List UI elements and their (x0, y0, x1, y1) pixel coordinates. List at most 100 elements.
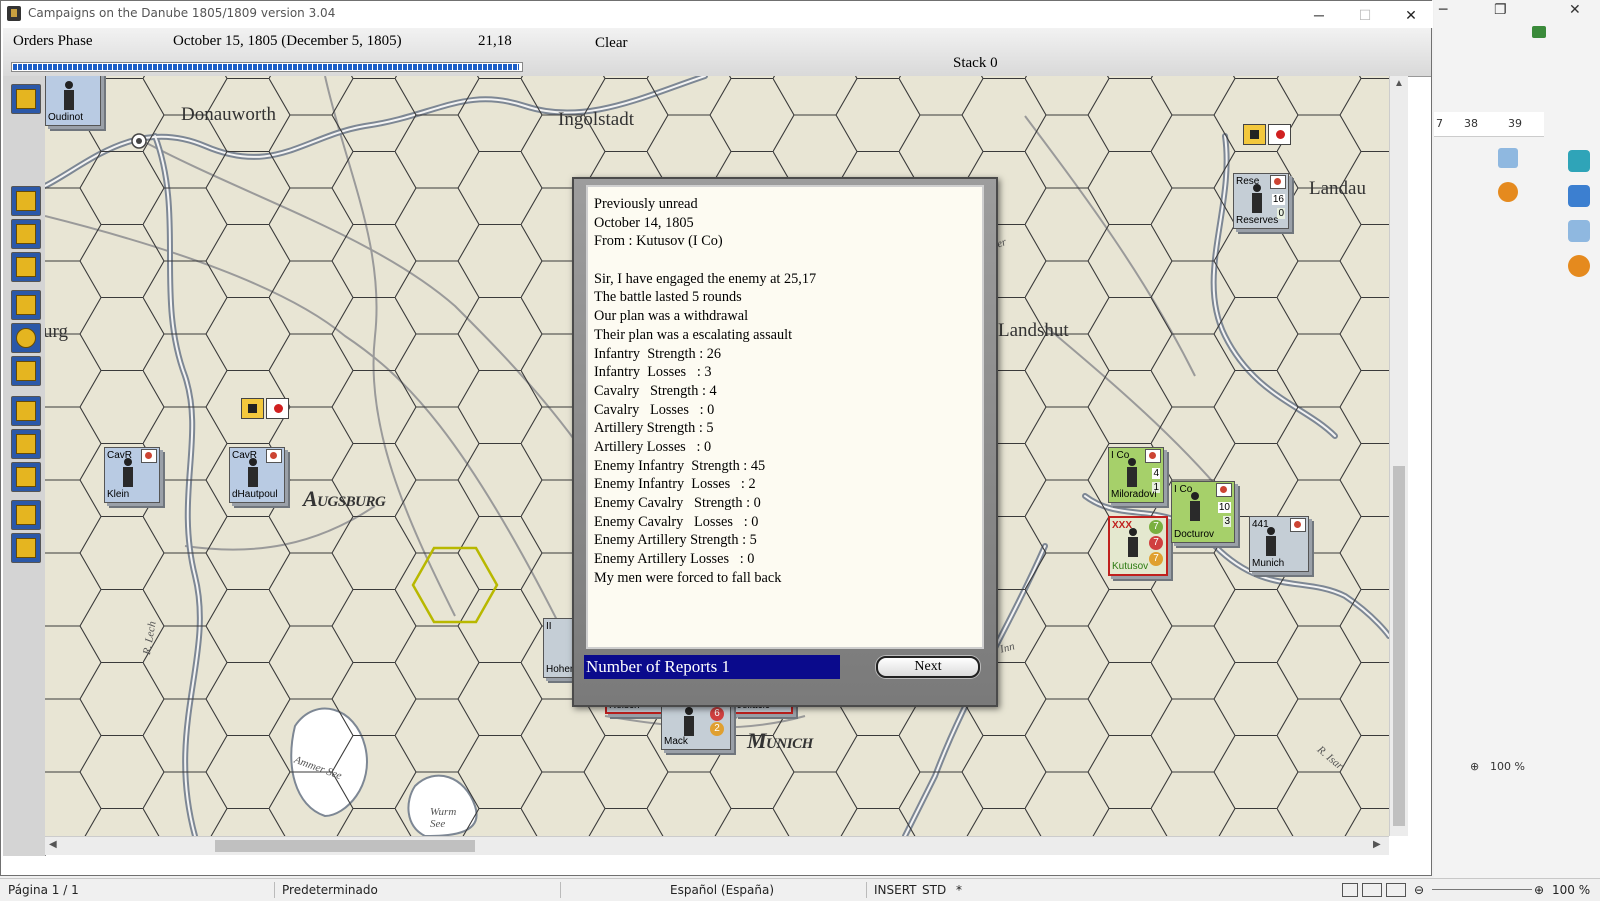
scroll-up-icon[interactable]: ▲ (1394, 78, 1404, 89)
unit-strength: 4 (1152, 468, 1160, 479)
restore-icon[interactable]: ❐ (1494, 2, 1507, 18)
unit-name: Miloradovi (1111, 489, 1157, 500)
report-line: Infantry Losses : 3 (594, 364, 712, 381)
unit-counter-kutusov[interactable]: XXX 7 7 7 Kutusov (1108, 516, 1168, 576)
nationality-flags[interactable] (1243, 124, 1293, 148)
navigator-icon[interactable] (1568, 185, 1590, 207)
city-label-augsburg: Augsburg (303, 486, 386, 511)
stack-button[interactable] (11, 219, 41, 249)
wagon-icon (1264, 527, 1294, 557)
close-button[interactable]: ✕ (1388, 3, 1434, 27)
unit-name: Reserves (1236, 215, 1279, 226)
unit-counter-munich[interactable]: 441 Munich (1249, 516, 1309, 572)
city-label-landshut: Landshut (998, 320, 1069, 341)
scroll-thumb[interactable] (215, 840, 475, 852)
minimize-button[interactable]: ─ (1296, 3, 1342, 27)
next-button[interactable]: Next (876, 656, 980, 678)
styles-icon[interactable] (1568, 220, 1590, 242)
unit-counter-docturov[interactable]: I Co 10 3 Docturov (1171, 481, 1235, 543)
selection-mode[interactable]: STD (922, 883, 946, 897)
unit-counter-miloradovi[interactable]: I Co 4 1 Miloradovi (1108, 447, 1164, 503)
nationality-flags[interactable] (241, 398, 291, 422)
horizontal-scrollbar[interactable]: ◀ ▶ (45, 836, 1389, 855)
report-button[interactable] (11, 186, 41, 216)
status-bar: Página 1 / 1 Predeterminado Español (Esp… (0, 878, 1600, 901)
progress-fill (13, 64, 519, 70)
scroll-left-icon[interactable]: ◀ (49, 839, 57, 850)
unit-value: 7 (1149, 552, 1163, 566)
flag-icon (1216, 483, 1232, 497)
report-line: Enemy Infantry Strength : 45 (594, 457, 766, 474)
money-button[interactable] (11, 462, 41, 492)
city-label-partial: urg (45, 321, 68, 342)
hexagon-icon (16, 328, 36, 348)
hex-button[interactable] (11, 323, 41, 353)
help-button[interactable] (11, 356, 41, 386)
depot-button[interactable] (11, 429, 41, 459)
clear-button[interactable]: Clear (595, 35, 627, 52)
scroll-right-icon[interactable]: ▶ (1373, 839, 1381, 850)
map-button[interactable] (11, 533, 41, 563)
book-button[interactable] (11, 500, 41, 530)
report-line: Enemy Artillery Strength : 5 (594, 532, 757, 549)
book-icon (16, 505, 36, 525)
cavalry-icon (246, 458, 260, 488)
book-view-icon[interactable] (1386, 883, 1406, 897)
infantry-icon (1250, 184, 1264, 214)
date-label: October 15, 1805 (December 5, 1805) (173, 33, 402, 49)
unit-name: Kutusov (1112, 561, 1149, 572)
download-icon[interactable] (1532, 26, 1546, 38)
city-label-munich: Munich (747, 728, 813, 753)
report-line: From : Kutusov (I Co) (594, 233, 723, 250)
french-flag-icon (266, 398, 289, 419)
ruler-mark: 7 (1436, 117, 1443, 130)
cavalry-icon (121, 458, 135, 488)
unit-name: Docturov (1174, 529, 1215, 540)
phase-label: Orders Phase (13, 33, 93, 49)
close-icon[interactable]: ✕ (1569, 2, 1581, 18)
unit-name: Oudinot (48, 112, 84, 123)
single-page-icon[interactable] (1342, 883, 1358, 897)
org-chart-button[interactable] (11, 290, 41, 320)
dollar-icon (16, 467, 36, 487)
unit-counter-klein[interactable]: CavR Klein (104, 447, 160, 503)
insert-mode[interactable]: INSERT (874, 883, 917, 897)
compass-icon[interactable] (1568, 255, 1590, 277)
unit-counter-dhautpoul[interactable]: CavR dHautpoul (229, 447, 285, 503)
report-line: Cavalry Strength : 4 (594, 382, 717, 399)
background-sidebar (1560, 100, 1600, 280)
report-line: Their plan was a escalating assault (594, 326, 793, 343)
page-indicator: Página 1 / 1 (8, 883, 79, 897)
eagle-flag-icon (241, 398, 264, 419)
report-line: The battle lasted 5 rounds (594, 289, 742, 306)
scroll-thumb[interactable] (1393, 466, 1405, 826)
supply-button[interactable] (11, 396, 41, 426)
compass-icon[interactable] (1498, 182, 1518, 202)
minimize-icon[interactable]: ─ (1439, 2, 1447, 18)
infantry-icon (62, 81, 76, 111)
page-style[interactable]: Predeterminado (282, 883, 378, 897)
unit-type: II (546, 621, 552, 632)
hourglass-button[interactable] (11, 84, 41, 114)
report-message: Previously unread October 14, 1805 From : … (586, 185, 984, 649)
report-line: Our plan was a withdrawal (594, 308, 749, 325)
lake-label-wurm: Wurm See (430, 806, 457, 830)
styles-icon[interactable] (1498, 148, 1518, 168)
unit-name: Mack (664, 736, 688, 747)
depot-icon (16, 434, 36, 454)
unit-counter-reserves[interactable]: Rese 16 0 Reserves (1233, 173, 1289, 229)
unit-counter-mack[interactable]: 6 2 Mack (661, 702, 731, 750)
unit-value: 0 (1277, 208, 1285, 219)
gallery-icon[interactable] (1568, 150, 1590, 172)
multi-page-icon[interactable] (1362, 883, 1382, 897)
vertical-scrollbar[interactable]: ▲ (1389, 76, 1408, 836)
zoom-out-icon[interactable]: ⊖ (1414, 883, 1424, 897)
city-label-donauworth: Donauworth (181, 104, 276, 125)
combat-button[interactable] (11, 252, 41, 282)
unit-counter-oudinot[interactable]: Oudinot (45, 76, 101, 126)
language-indicator[interactable]: Español (España) (670, 883, 774, 897)
zoom-slider[interactable] (1432, 889, 1532, 890)
zoom-in-icon[interactable]: ⊕ (1534, 883, 1544, 897)
maximize-button[interactable]: ☐ (1342, 3, 1388, 27)
stack-icon (16, 224, 36, 244)
